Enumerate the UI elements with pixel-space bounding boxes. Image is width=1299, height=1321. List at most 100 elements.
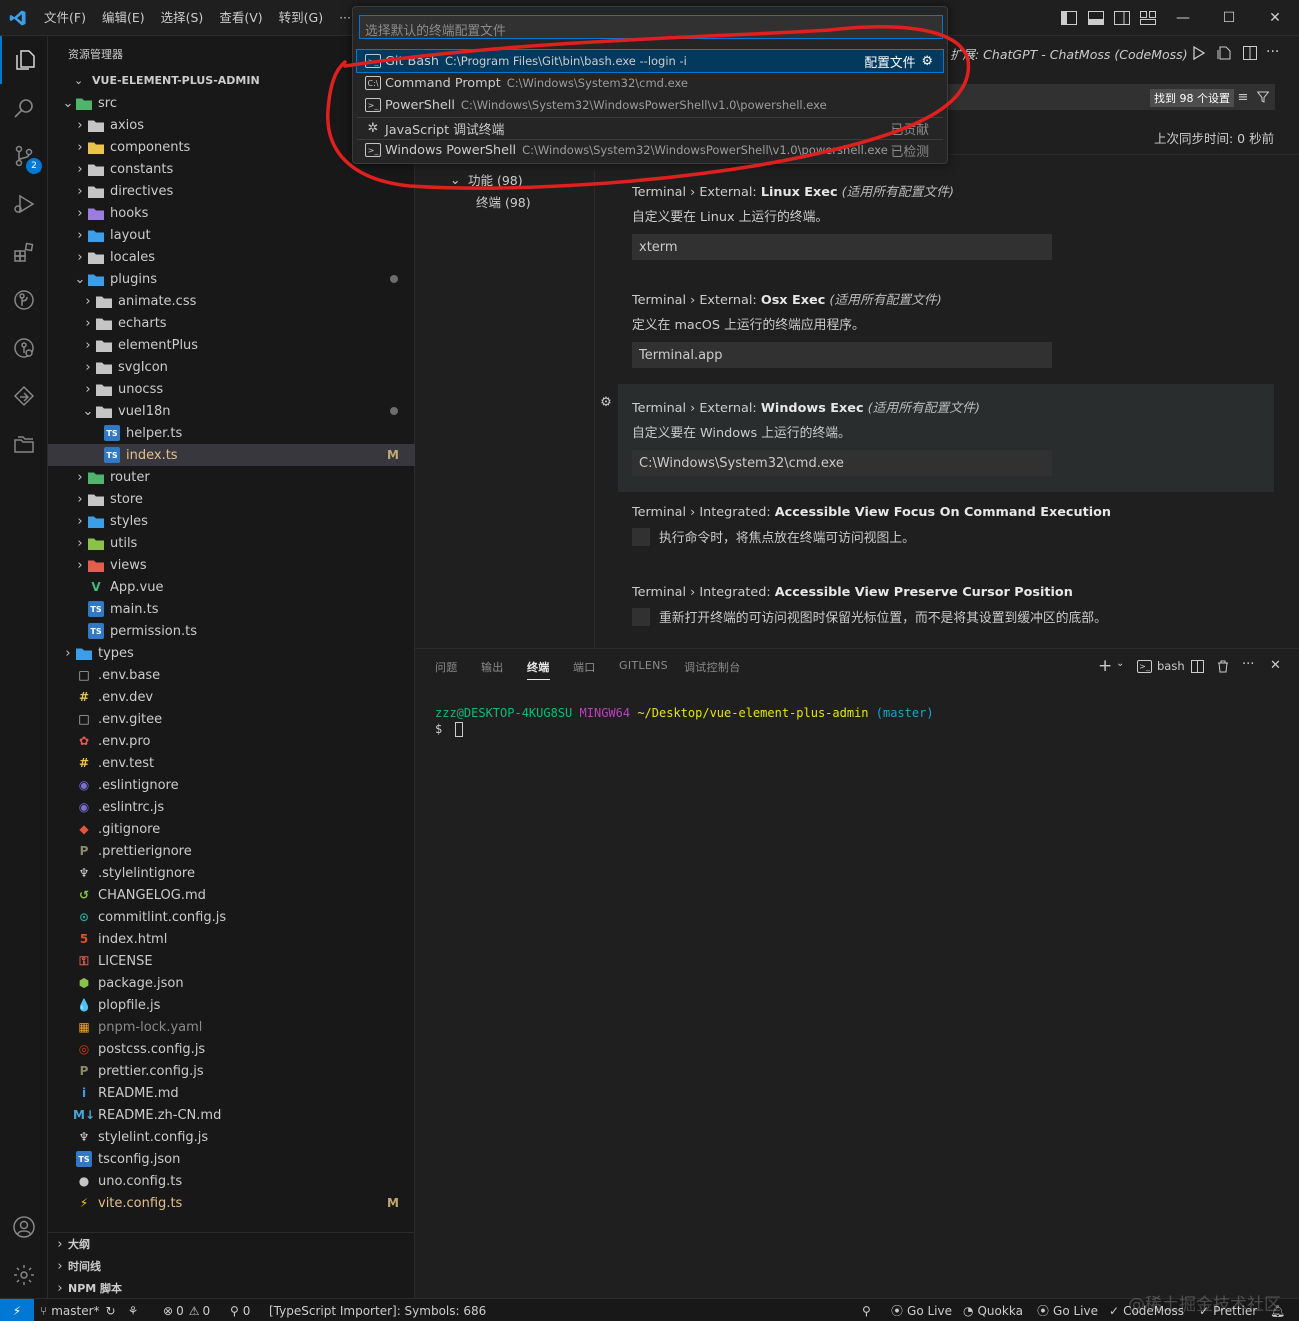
workspace-root[interactable]: ⌄ VUE-ELEMENT-PLUS-ADMIN xyxy=(74,69,260,91)
file-item[interactable]: P .prettierignore xyxy=(48,840,415,862)
more-actions-icon[interactable]: ··· xyxy=(1266,44,1279,60)
file-item[interactable]: V App.vue xyxy=(48,576,415,598)
menu-file[interactable]: 文件(F) xyxy=(36,0,94,36)
folder-item[interactable]: › directives xyxy=(48,180,415,202)
folder-item[interactable]: › layout xyxy=(48,224,415,246)
run-debug-activity[interactable] xyxy=(0,180,48,228)
quickpick-item-powershell[interactable]: >_ PowerShell C:\Windows\System32\Window… xyxy=(357,94,943,116)
quokka-status[interactable]: ◔ Quokka xyxy=(963,1299,1023,1321)
file-item[interactable]: ⚡ vite.config.ts M xyxy=(48,1192,415,1214)
extensions-activity[interactable] xyxy=(0,228,48,276)
file-item[interactable]: ◉ .eslintignore xyxy=(48,774,415,796)
panel-tab-output[interactable]: 输出 xyxy=(481,659,504,675)
setting-checkbox[interactable] xyxy=(632,607,650,626)
toc-item-terminal[interactable]: 终端 (98) xyxy=(476,192,531,211)
manage-activity[interactable] xyxy=(0,1251,48,1299)
file-item[interactable]: # .env.test xyxy=(48,752,415,774)
windows-exec-input[interactable]: C:\Windows\System32\cmd.exe xyxy=(632,450,1052,476)
file-item[interactable]: ⚿ LICENSE xyxy=(48,950,415,972)
setting-gear-icon[interactable]: ⚙ xyxy=(598,394,614,410)
toc-item-features[interactable]: ⌄ 功能 (98) xyxy=(450,170,523,188)
go-live-status[interactable]: ⦿ Go Live xyxy=(891,1299,952,1321)
file-item[interactable]: # .env.dev xyxy=(48,686,415,708)
terminal-output[interactable]: zzz@DESKTOP-4KUG8SU MINGW64 ~/Desktop/vu… xyxy=(435,705,934,737)
remote-explorer-activity[interactable] xyxy=(0,324,48,372)
folder-item[interactable]: › views xyxy=(48,554,415,576)
run-icon[interactable] xyxy=(1190,44,1208,62)
go-live-status-2[interactable]: ⦿ Go Live xyxy=(1037,1299,1098,1321)
file-item[interactable]: ♆ .stylelintignore xyxy=(48,862,415,884)
folder-item[interactable]: › svgIcon xyxy=(48,356,415,378)
folder-item[interactable]: › router xyxy=(48,466,415,488)
file-item[interactable]: □ .env.base xyxy=(48,664,415,686)
source-control-activity[interactable]: 2 xyxy=(0,132,48,180)
explorer-activity[interactable] xyxy=(0,36,48,84)
setting-checkbox[interactable] xyxy=(632,527,650,546)
close-window-button[interactable]: ✕ xyxy=(1252,0,1298,36)
split-editor-icon[interactable] xyxy=(1241,44,1259,62)
folder-item[interactable]: › hooks xyxy=(48,202,415,224)
panel-tab-problems[interactable]: 问题 xyxy=(435,659,458,675)
folder-item[interactable]: › elementPlus xyxy=(48,334,415,356)
clear-filter-icon[interactable]: ≡ xyxy=(1235,89,1251,105)
open-settings-json-icon[interactable] xyxy=(1215,44,1233,62)
file-item[interactable]: ▦ pnpm-lock.yaml xyxy=(48,1016,415,1038)
file-item[interactable]: ⬢ package.json xyxy=(48,972,415,994)
folder-item[interactable]: › styles xyxy=(48,510,415,532)
menu-go[interactable]: 转到(G) xyxy=(271,0,331,36)
section-outline[interactable]: › 大纲 xyxy=(48,1233,415,1255)
folder-item[interactable]: › types xyxy=(48,642,415,664)
file-item[interactable]: Pprettier.config.js xyxy=(48,1060,415,1082)
file-item[interactable]: TS permission.ts xyxy=(48,620,415,642)
menu-edit[interactable]: 编辑(E) xyxy=(94,0,153,36)
folder-item[interactable]: › unocss xyxy=(48,378,415,400)
file-item[interactable]: TS helper.ts xyxy=(48,422,415,444)
panel-tab-ports[interactable]: 端口 xyxy=(573,659,596,675)
file-item[interactable]: □ .env.gitee xyxy=(48,708,415,730)
chevron-down-icon[interactable]: ⌄ xyxy=(1116,658,1124,669)
filter-icon[interactable] xyxy=(1255,89,1271,105)
menu-selection[interactable]: 选择(S) xyxy=(153,0,212,36)
terminal-instance[interactable]: >_ bash xyxy=(1137,659,1185,673)
project-manager-activity[interactable] xyxy=(0,420,48,468)
section-npm-scripts[interactable]: › NPM 脚本 xyxy=(48,1277,415,1299)
file-item[interactable]: M↓ README.zh-CN.md xyxy=(48,1104,415,1126)
quickpick-item-git-bash[interactable]: >_ Git Bash C:\Program Files\Git\bin\bas… xyxy=(356,49,944,73)
ports-indicator[interactable]: ⚲ 0 xyxy=(230,1299,250,1321)
search-activity[interactable] xyxy=(0,84,48,132)
close-panel-icon[interactable]: ✕ xyxy=(1270,658,1281,673)
customize-layout-icon[interactable] xyxy=(1139,9,1157,27)
file-item[interactable]: ⊙ commitlint.config.js xyxy=(48,906,415,928)
folder-item[interactable]: › locales xyxy=(48,246,415,268)
sync-icon[interactable]: ↻ xyxy=(106,1304,116,1318)
editor-tab-title[interactable]: 扩展: ChatGPT - ChatMoss (CodeMoss) xyxy=(950,44,1188,63)
accounts-activity[interactable] xyxy=(0,1203,48,1251)
folder-item[interactable]: › animate.css xyxy=(48,290,415,312)
more-actions-icon[interactable]: ··· xyxy=(1242,657,1254,672)
panel-tab-gitlens[interactable]: GITLENS xyxy=(619,659,668,672)
branch-indicator[interactable]: ⑂ master* ↻ ⚘ xyxy=(40,1299,138,1321)
section-timeline[interactable]: › 时间线 xyxy=(48,1255,415,1277)
quickpick-item-windows-powershell[interactable]: >_ Windows PowerShell C:\Windows\System3… xyxy=(357,139,943,161)
ts-importer-status[interactable]: [TypeScript Importer]: Symbols: 686 xyxy=(269,1299,486,1321)
configure-profile-button[interactable]: 配置文件 ⚙ xyxy=(864,52,933,71)
file-item[interactable]: ● uno.config.ts xyxy=(48,1170,415,1192)
linux-exec-input[interactable]: xterm xyxy=(632,234,1052,260)
copilot-icon[interactable]: ⚲ xyxy=(862,1299,871,1321)
file-item[interactable]: TS index.ts M xyxy=(48,444,415,466)
toggle-sidebar-icon[interactable] xyxy=(1060,9,1078,27)
quickpick-item-command-prompt[interactable]: C:\ Command Prompt C:\Windows\System32\c… xyxy=(357,72,943,94)
file-item[interactable]: 💧 plopfile.js xyxy=(48,994,415,1016)
new-terminal-icon[interactable]: + xyxy=(1098,656,1112,676)
file-item[interactable]: 5 index.html xyxy=(48,928,415,950)
folder-item[interactable]: ⌄ vueI18n xyxy=(48,400,415,422)
git-graph-icon[interactable]: ⚘ xyxy=(128,1304,139,1318)
remote-indicator[interactable]: ⚡ xyxy=(0,1299,34,1321)
osx-exec-input[interactable]: Terminal.app xyxy=(632,342,1052,368)
minimize-button[interactable]: — xyxy=(1160,0,1206,36)
folder-item[interactable]: ⌄ plugins xyxy=(48,268,415,290)
menu-view[interactable]: 查看(V) xyxy=(211,0,270,36)
panel-tab-debug-console[interactable]: 调试控制台 xyxy=(684,659,741,675)
folder-item[interactable]: › utils xyxy=(48,532,415,554)
file-item[interactable]: TS main.ts xyxy=(48,598,415,620)
